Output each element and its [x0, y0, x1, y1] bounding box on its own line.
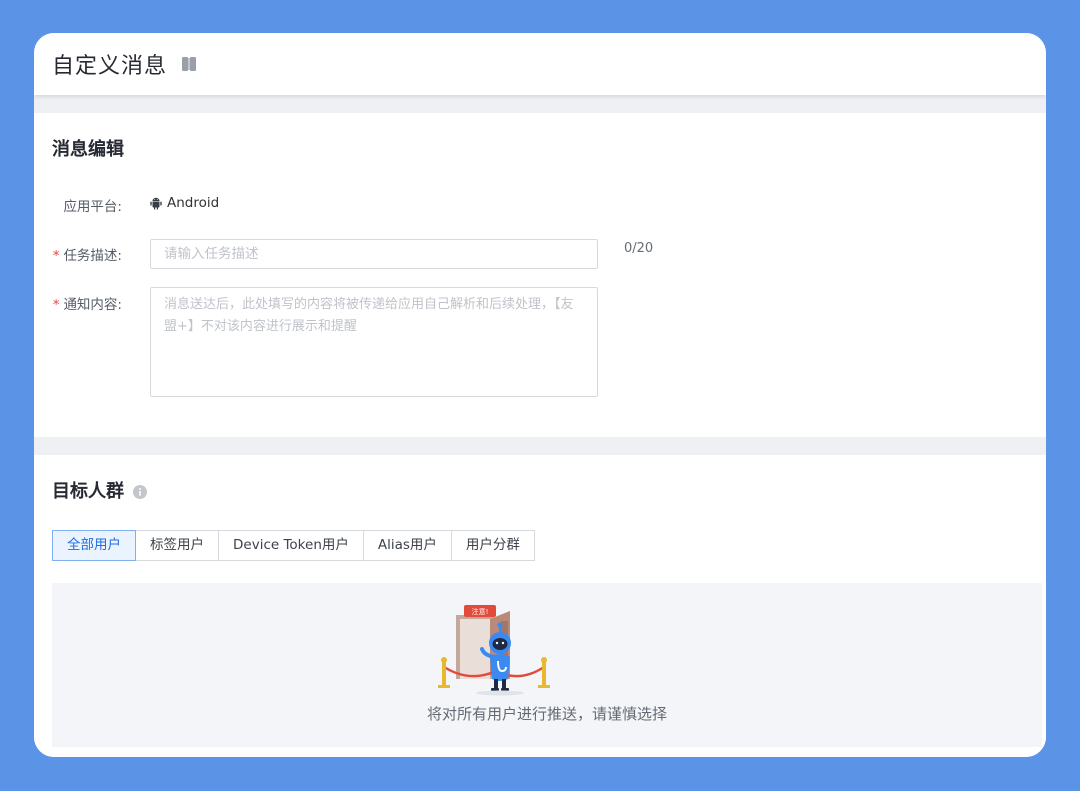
tab-tag-users[interactable]: 标签用户: [135, 530, 219, 561]
main-card: 自定义消息 消息编辑 应用平台: Android * 任务描述: 请输入任务描述…: [34, 33, 1046, 757]
char-counter: 0/20: [624, 241, 654, 256]
required-mark: *: [52, 297, 60, 313]
notification-content-textarea[interactable]: [150, 287, 598, 397]
empty-state-message: 将对所有用户进行推送，请谨慎选择: [426, 705, 667, 723]
platform-text: Android: [167, 195, 220, 211]
required-mark: *: [52, 248, 60, 264]
target-audience-title: 目标人群: [52, 481, 124, 502]
message-edit-section: 消息编辑 应用平台: Android *任务描述: 0/20 *通知内容:: [34, 113, 1046, 437]
page-title: 自定义消息: [52, 54, 168, 79]
platform-value: Android: [150, 195, 219, 211]
tab-all-users[interactable]: 全部用户: [52, 530, 136, 561]
android-icon: [150, 197, 162, 209]
task-description-input[interactable]: [150, 239, 598, 269]
page-header: 自定义消息: [34, 33, 1046, 95]
audience-tabs: 全部用户 标签用户 Device Token用户 Alias用户 用户分群: [52, 530, 535, 561]
platform-label: 应用平台:: [63, 199, 122, 215]
content-label: * 通知内容:: [52, 297, 122, 313]
empty-state-panel: 注意! 将对所有用户进行推送，请谨慎选择: [52, 583, 1042, 747]
message-edit-title: 消息编辑: [52, 139, 124, 160]
info-icon[interactable]: [133, 483, 147, 499]
tab-user-segments[interactable]: 用户分群: [450, 530, 535, 561]
warning-sign-text: 注意!: [472, 607, 489, 616]
tab-device-token-users[interactable]: Device Token用户: [218, 530, 364, 561]
target-audience-title-row: 目标人群: [52, 477, 147, 503]
document-icon[interactable]: [181, 56, 197, 72]
desc-label: * 任务描述:: [52, 248, 122, 264]
warning-illustration: 注意!: [438, 605, 550, 696]
target-audience-section: 目标人群 全部用户 标签用户 Device Token用户 Alias用户 用户…: [34, 455, 1046, 757]
tab-alias-users[interactable]: Alias用户: [362, 530, 452, 561]
